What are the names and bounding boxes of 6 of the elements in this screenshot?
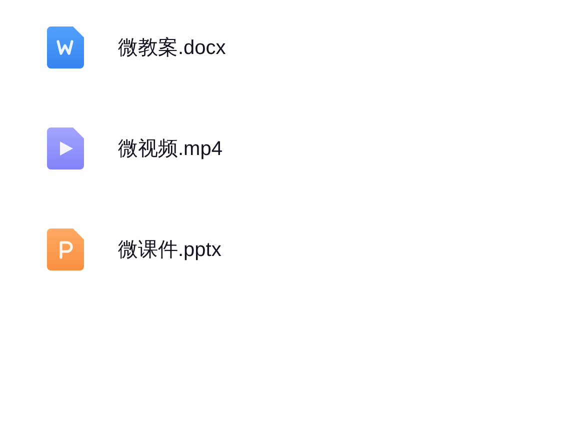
file-name[interactable]: 微视频.mp4 — [118, 134, 222, 164]
document-icon — [47, 26, 84, 69]
video-file-icon — [47, 127, 84, 170]
file-name[interactable]: 微课件.pptx — [118, 234, 222, 264]
file-name[interactable]: 微教案.docx — [118, 32, 226, 62]
slides-file-icon — [47, 228, 84, 271]
